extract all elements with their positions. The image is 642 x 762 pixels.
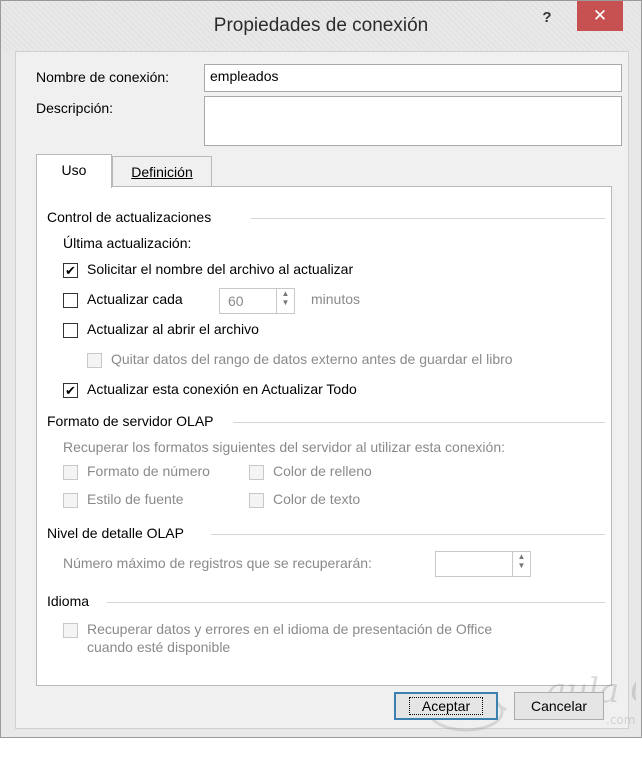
cancel-button[interactable]: Cancelar: [514, 692, 604, 720]
max-records-stepper: ▲ ▼: [435, 551, 531, 577]
language-retrieve-label-line1: Recuperar datos y errores en el idioma d…: [87, 621, 493, 637]
refresh-every-label[interactable]: Actualizar cada: [87, 291, 183, 307]
last-update-label: Última actualización:: [63, 235, 192, 251]
section-divider: [233, 422, 605, 423]
close-button[interactable]: ✕: [577, 1, 623, 31]
refresh-all-label[interactable]: Actualizar esta conexión en Actualizar T…: [87, 381, 357, 397]
number-format-checkbox: [63, 465, 78, 480]
refresh-minutes-stepper[interactable]: 60 ▲ ▼: [219, 288, 295, 314]
olap-format-description: Recuperar los formatos siguientes del se…: [63, 439, 505, 455]
tab-uso[interactable]: Uso: [36, 154, 112, 188]
connection-name-field[interactable]: empleados: [204, 64, 622, 92]
ok-button[interactable]: Aceptar: [394, 692, 498, 720]
section-divider: [107, 602, 605, 603]
refresh-minutes-unit: minutos: [311, 291, 361, 307]
font-style-checkbox: [63, 493, 78, 508]
section-divider: [251, 218, 605, 219]
spinner-arrows-icon: ▲ ▼: [512, 552, 530, 576]
dialog-client-area: Nombre de conexión: empleados Descripció…: [15, 51, 636, 732]
fill-color-checkbox: [249, 465, 264, 480]
updates-section-title: Control de actualizaciones: [47, 209, 212, 225]
language-retrieve-checkbox: [63, 623, 78, 638]
refresh-every-checkbox[interactable]: [63, 293, 78, 308]
remove-external-data-label: Quitar datos del rango de datos externo …: [111, 351, 513, 367]
description-label: Descripción:: [36, 100, 114, 116]
remove-external-data-checkbox: [87, 353, 102, 368]
number-format-label: Formato de número: [87, 463, 210, 479]
text-color-checkbox: [249, 493, 264, 508]
refresh-on-open-label[interactable]: Actualizar al abrir el archivo: [87, 321, 259, 337]
title-bar[interactable]: Propiedades de conexión ? ✕: [1, 1, 641, 51]
spinner-arrows-icon[interactable]: ▲ ▼: [276, 289, 294, 313]
connection-name-label: Nombre de conexión:: [36, 69, 170, 85]
refresh-on-open-checkbox[interactable]: [63, 323, 78, 338]
olap-format-section-title: Formato de servidor OLAP: [47, 413, 214, 429]
tab-panel-uso: Control de actualizaciones Última actual…: [36, 186, 612, 686]
language-retrieve-label-line2: cuando esté disponible: [87, 639, 231, 655]
section-divider: [211, 534, 605, 535]
connection-properties-dialog: Propiedades de conexión ? ✕ Nombre de co…: [0, 0, 642, 738]
description-field[interactable]: [204, 96, 622, 146]
font-style-label: Estilo de fuente: [87, 491, 184, 507]
tab-definicion[interactable]: Definición: [112, 156, 212, 188]
watermark-domain: .com: [606, 713, 635, 727]
prompt-filename-label[interactable]: Solicitar el nombre del archivo al actua…: [87, 261, 353, 277]
refresh-all-checkbox[interactable]: ✔: [63, 383, 78, 398]
help-button[interactable]: ?: [535, 9, 559, 31]
text-color-label: Color de texto: [273, 491, 361, 507]
refresh-minutes-value: 60: [228, 293, 244, 309]
prompt-filename-checkbox[interactable]: ✔: [63, 263, 78, 278]
close-icon: ✕: [592, 6, 608, 25]
fill-color-label: Color de relleno: [273, 463, 372, 479]
max-records-label: Número máximo de registros que se recupe…: [63, 555, 372, 571]
language-section-title: Idioma: [47, 593, 90, 609]
olap-detail-section-title: Nivel de detalle OLAP: [47, 525, 184, 541]
